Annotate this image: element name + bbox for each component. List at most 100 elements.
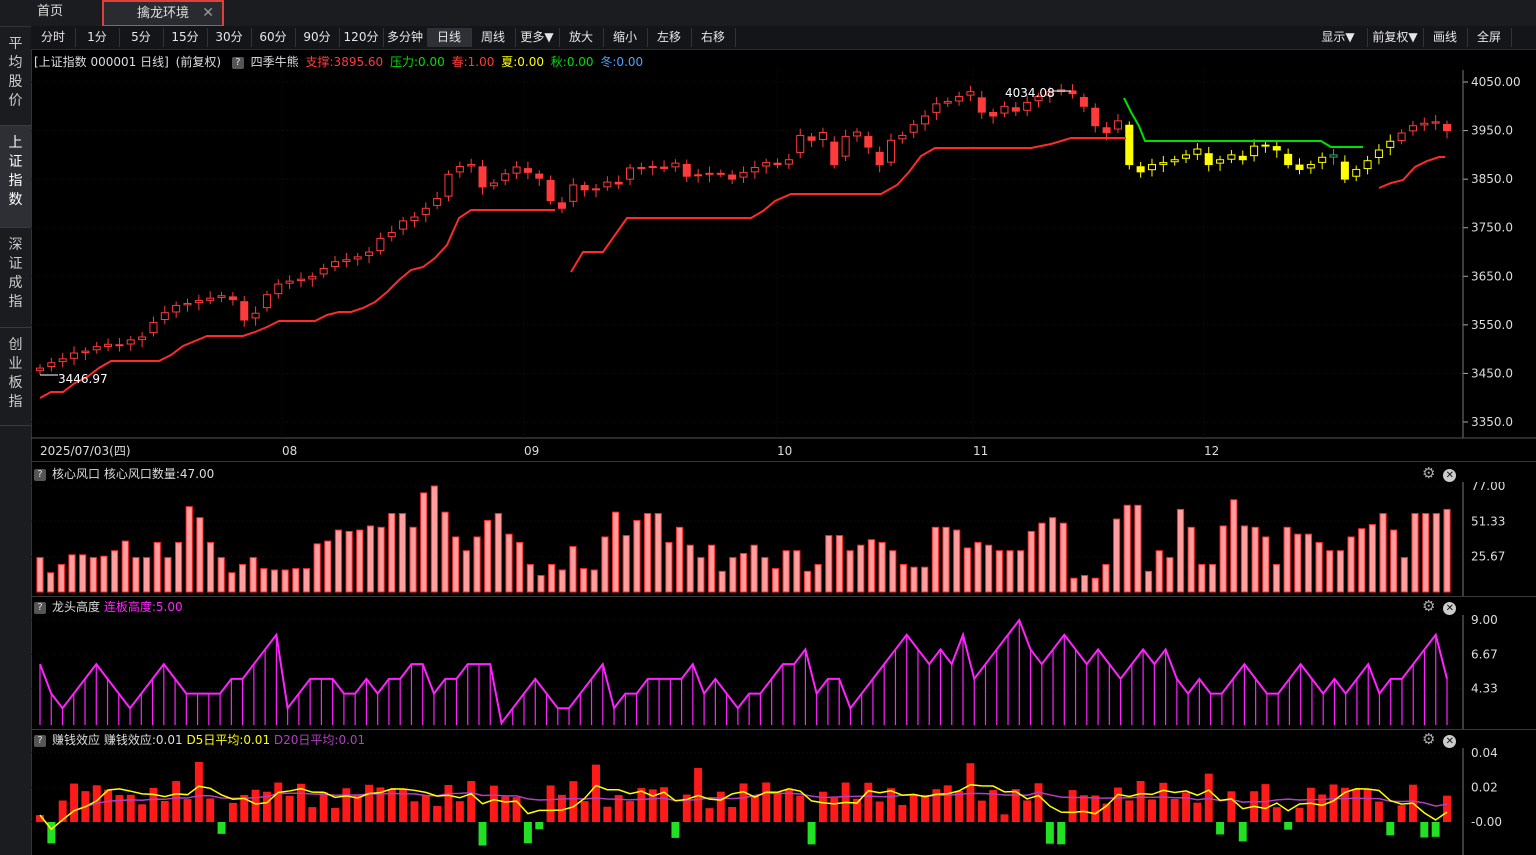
chart-title: [上证指数 000001 日线] [34, 55, 169, 69]
period-button[interactable]: 120分 [339, 28, 384, 47]
candle-body [943, 100, 952, 104]
bar [185, 506, 193, 593]
profit-effect-chart[interactable]: 0.04 0.02 -0.00 [31, 748, 1536, 855]
tab-home[interactable]: 首页 [0, 0, 100, 24]
bar [132, 557, 140, 593]
candle-body [330, 261, 340, 267]
autumn-value: 秋:0.00 [550, 55, 594, 69]
panel1-header: ? 核心风口 核心风口数量:47.00 [34, 465, 214, 481]
candle-body [478, 166, 487, 188]
close-icon[interactable]: ✕ [1443, 735, 1457, 748]
toolbar-right-button[interactable]: 前复权▼ [1367, 28, 1424, 47]
period-button[interactable]: 日线 [427, 28, 472, 47]
period-button[interactable]: 分时 [31, 28, 76, 47]
close-icon[interactable]: ✕ [1443, 469, 1457, 482]
close-icon[interactable]: ✕ [1443, 602, 1457, 615]
y-tick-label: 3650.0 [1471, 269, 1513, 283]
bar [420, 492, 428, 593]
sidebar-item-chinext[interactable]: 创业板指 [0, 328, 31, 426]
period-button[interactable]: 5分 [119, 28, 164, 47]
panel2-name: 龙头高度 [52, 600, 101, 614]
bar [771, 568, 780, 593]
bar [377, 526, 385, 593]
x-tick-label: 2025/07/03(四) [40, 444, 131, 458]
candle-body [217, 295, 226, 298]
panel2-header: ? 龙头高度 连板高度:5.00 [34, 598, 183, 614]
period-button[interactable]: 周线 [471, 28, 516, 47]
bar [1176, 508, 1185, 593]
profit-bar [739, 783, 748, 822]
toolbar-right-button[interactable]: 画线 [1423, 28, 1468, 47]
candle-body [1170, 159, 1179, 163]
candle-body [1420, 122, 1429, 126]
help-icon[interactable]: ? [34, 601, 46, 614]
close-icon[interactable]: ✕ [202, 2, 214, 25]
action-button[interactable]: 左移 [647, 28, 692, 47]
panel3-header: ? 赚钱效应 赚钱效应:0.01 D5日平均:0.01 D20日平均:0.01 [34, 731, 365, 747]
candle-body [1442, 123, 1452, 132]
candlestick-chart[interactable]: 4050.00 3950.0 3850.0 3750.0 3650.0 3550.0 345… [31, 70, 1536, 460]
profit-bar [1057, 822, 1066, 845]
tab-qinlong[interactable]: 擒龙环境 ✕ [102, 0, 224, 27]
period-button[interactable]: 15分 [163, 28, 208, 47]
profit-bar [1193, 802, 1202, 822]
panel-divider [31, 461, 1536, 462]
candle-body [399, 220, 408, 230]
period-button[interactable]: 60分 [251, 28, 296, 47]
action-button[interactable]: 缩小 [603, 28, 648, 47]
candle-body [818, 132, 827, 141]
bar [889, 550, 897, 593]
bar [196, 517, 204, 593]
spring-value: 春:1.00 [451, 55, 495, 69]
high-label: 4034.08 [1005, 86, 1055, 100]
action-button[interactable]: 放大 [559, 28, 604, 47]
core-wind-chart[interactable]: 77.00 51.33 25.67 [31, 482, 1536, 596]
period-button[interactable]: 多分钟 [383, 28, 428, 47]
profit-bar [478, 822, 487, 846]
gear-icon[interactable]: ⚙ [1422, 464, 1435, 482]
period-button[interactable]: 90分 [295, 28, 340, 47]
bar [803, 570, 812, 593]
candle-body [705, 172, 714, 175]
bar [334, 529, 343, 593]
profit-bar [592, 764, 600, 822]
profit-bar [455, 801, 464, 822]
toolbar-right-button[interactable]: 显示▼ [1309, 28, 1368, 47]
period-button[interactable]: 1分 [75, 28, 120, 47]
bar [846, 550, 854, 593]
profit-bar [138, 804, 147, 822]
profit-bar [762, 782, 771, 822]
candle-body [523, 168, 532, 173]
bar [89, 557, 97, 593]
action-button[interactable]: 右移 [691, 28, 736, 47]
profit-bar [546, 785, 555, 822]
period-button[interactable]: 30分 [207, 28, 252, 47]
gear-icon[interactable]: ⚙ [1422, 730, 1435, 748]
panel2-controls: ⚙ ✕ [1422, 597, 1462, 615]
period-button[interactable]: 更多▼ [515, 28, 560, 47]
candle-body [569, 184, 578, 202]
bar [57, 563, 65, 593]
bar [174, 541, 183, 593]
bar [441, 511, 449, 593]
dragon-height-chart[interactable]: 9.00 6.67 4.33 [31, 615, 1536, 729]
sidebar-item-label: 上证指数 [8, 135, 23, 208]
profit-bar [1023, 800, 1032, 822]
help-icon[interactable]: ? [34, 734, 46, 747]
help-icon[interactable]: ? [34, 468, 46, 481]
candle-body [296, 278, 305, 282]
support-line [39, 209, 555, 399]
sidebar-item-shanghai[interactable]: 上证指数 [0, 126, 31, 228]
gear-icon[interactable]: ⚙ [1422, 597, 1435, 615]
profit-bar [909, 794, 918, 822]
candle-body [1284, 153, 1293, 166]
bar [590, 569, 598, 593]
sidebar-item-avg-price[interactable]: 平均股价 [0, 27, 31, 126]
profit-bar [1352, 789, 1361, 822]
profit-bar [489, 785, 498, 822]
bar [484, 519, 492, 593]
sidebar-item-shenzhen[interactable]: 深证成指 [0, 228, 31, 328]
toolbar-right-button[interactable]: 全屏 [1467, 28, 1512, 47]
bar [857, 544, 865, 593]
help-icon[interactable]: ? [231, 56, 244, 69]
